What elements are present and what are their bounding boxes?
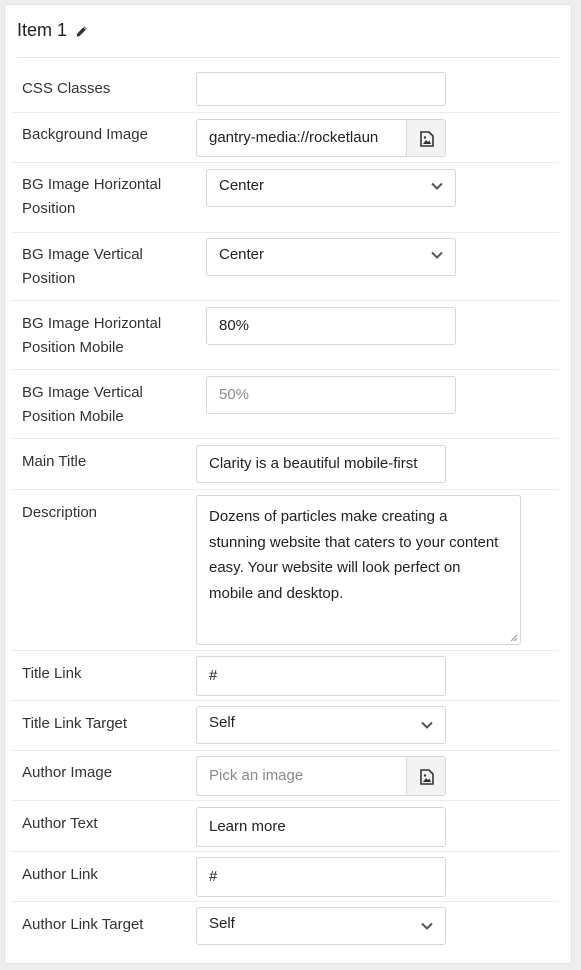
bg-horizontal-position-value: Center: [219, 177, 265, 194]
row-background-image: Background Image gantry-media://rocketla…: [11, 113, 559, 163]
author-image-picker-button[interactable]: [406, 757, 445, 795]
row-bg-horizontal-position-mobile: BG Image Horizontal Position Mobile 80%: [11, 301, 559, 370]
row-bg-vertical-position-mobile: BG Image Vertical Position Mobile 50%: [11, 370, 559, 439]
row-author-text: Author Text Learn more: [11, 801, 559, 852]
row-bg-horizontal-position: BG Image Horizontal Position Center: [11, 163, 559, 233]
author-image-label: Author Image: [22, 764, 113, 781]
bg-horizontal-position-label: BG Image Horizontal Position: [22, 176, 162, 217]
background-image-input[interactable]: gantry-media://rocketlaun: [196, 119, 446, 157]
title-link-input[interactable]: #: [196, 656, 446, 696]
bg-horizontal-position-select[interactable]: Center: [206, 169, 456, 207]
title-link-label: Title Link: [22, 665, 82, 682]
description-label: Description: [22, 504, 98, 521]
background-image-picker-button[interactable]: [406, 120, 445, 156]
author-text-label: Author Text: [22, 815, 98, 832]
title-link-target-value: Self: [209, 714, 235, 731]
row-description: Description Dozens of particles make cre…: [11, 490, 559, 651]
chevron-down-icon: [431, 182, 443, 190]
chevron-down-icon: [431, 251, 443, 259]
description-text: Dozens of particles make creating a stun…: [209, 508, 499, 602]
image-file-icon: [420, 769, 434, 785]
bg-vertical-position-select[interactable]: Center: [206, 238, 456, 276]
row-author-image: Author Image Pick an image: [11, 751, 559, 801]
bg-horizontal-position-mobile-input[interactable]: 80%: [206, 307, 456, 345]
description-textarea[interactable]: Dozens of particles make creating a stun…: [196, 495, 521, 645]
bg-horizontal-position-mobile-label: BG Image Horizontal Position Mobile: [22, 315, 162, 356]
main-title-input[interactable]: Clarity is a beautiful mobile-first: [196, 445, 446, 483]
author-link-target-value: Self: [209, 915, 235, 932]
chevron-down-icon: [421, 922, 433, 930]
bg-vertical-position-label: BG Image Vertical Position: [22, 246, 143, 287]
bg-vertical-position-value: Center: [219, 246, 265, 263]
author-image-input[interactable]: Pick an image: [196, 756, 446, 796]
row-bg-vertical-position: BG Image Vertical Position Center: [11, 233, 559, 301]
author-link-label: Author Link: [22, 866, 98, 883]
css-classes-input[interactable]: [196, 72, 446, 106]
panel-title: Item 1: [17, 20, 68, 40]
resize-handle-icon[interactable]: [510, 634, 518, 642]
row-author-link: Author Link #: [11, 852, 559, 902]
background-image-value: gantry-media://rocketlaun: [209, 129, 379, 146]
author-link-target-label: Author Link Target: [22, 916, 144, 933]
css-classes-label: CSS Classes: [22, 80, 111, 97]
author-link-target-select[interactable]: Self: [196, 907, 446, 945]
title-link-target-select[interactable]: Self: [196, 706, 446, 744]
image-file-icon: [420, 131, 434, 147]
row-title-link: Title Link #: [11, 651, 559, 701]
panel-header: Item 1: [17, 17, 559, 58]
row-title-link-target: Title Link Target Self: [11, 701, 559, 751]
row-css-classes: CSS Classes: [11, 62, 559, 113]
author-image-placeholder: Pick an image: [209, 767, 304, 784]
row-main-title: Main Title Clarity is a beautiful mobile…: [11, 439, 559, 490]
title-link-target-label: Title Link Target: [22, 715, 128, 732]
author-link-input[interactable]: #: [196, 857, 446, 897]
background-image-label: Background Image: [22, 126, 148, 143]
chevron-down-icon: [421, 721, 433, 729]
bg-vertical-position-mobile-label: BG Image Vertical Position Mobile: [22, 384, 143, 425]
main-title-label: Main Title: [22, 453, 87, 470]
row-author-link-target: Author Link Target Self: [11, 902, 559, 952]
author-text-input[interactable]: Learn more: [196, 807, 446, 847]
pencil-icon[interactable]: [75, 25, 88, 38]
bg-vertical-position-mobile-input[interactable]: 50%: [206, 376, 456, 414]
